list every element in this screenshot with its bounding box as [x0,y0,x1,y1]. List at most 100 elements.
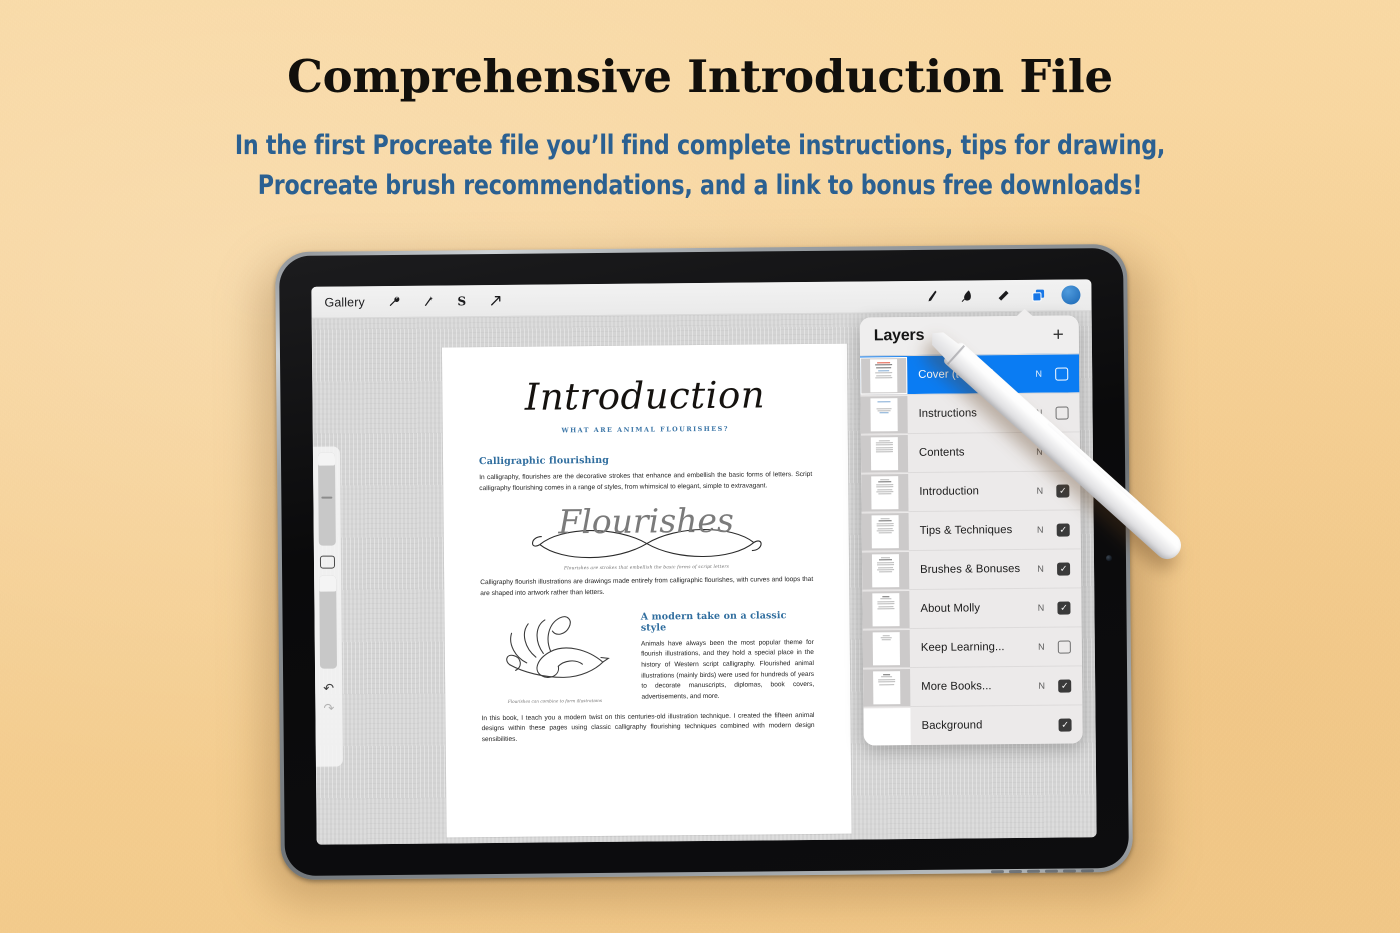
layer-thumbnail[interactable] [860,356,908,394]
brush-size-slider-handle[interactable] [321,496,333,499]
layer-name: Tips & Techniques [919,524,1013,537]
document-page[interactable]: Introduction WHAT ARE ANIMAL FLOURISHES?… [441,343,852,838]
layer-blend-mode[interactable]: N [1036,408,1043,418]
layers-panel-caret [1014,308,1035,319]
layer-thumbnail-page [871,514,899,548]
thumbnail-line [877,569,895,571]
thumbnail-line [877,493,892,495]
flourishes-script-word: Flourishes [558,501,735,542]
document-heading-2: A modern take on a classic style [640,609,787,634]
redo-icon[interactable]: ↷ [323,701,334,716]
page-title: Comprehensive Introduction File [287,50,1113,103]
layer-thumbnail-page [873,670,901,704]
page-subtitle: In the first Procreate file you’ll find … [49,126,1351,208]
arrow-glyph [490,296,501,306]
gallery-button[interactable]: Gallery [324,295,364,309]
layers-panel-header: Layers + [859,315,1080,356]
layer-thumbnail[interactable] [862,629,911,667]
undo-icon[interactable]: ↶ [323,681,334,696]
layer-row[interactable]: Tips & Techniques N ✓ [861,509,1081,551]
layer-row[interactable]: More Books... N ✓ [863,665,1083,707]
thumbnail-line [878,559,893,561]
brush-size-slider[interactable] [317,452,336,546]
layer-name: More Books... [921,680,992,693]
thumbnail-line [876,491,894,493]
front-camera-icon [1105,555,1113,562]
layer-thumbnail-page [870,436,899,470]
layer-visibility-checkbox[interactable] [1055,366,1069,381]
layer-thumbnail-page [871,475,899,509]
layer-visibility-checkbox[interactable] [1055,405,1069,420]
layers-glyph [1032,289,1045,302]
layers-panel[interactable]: Layers + Cover (turn off) N Instructions N C… [859,315,1083,746]
thumbnail-line [878,681,895,683]
layer-visibility-checkbox[interactable]: ✓ [1057,561,1071,576]
thumbnail-line [880,517,890,519]
actions-wrench-icon[interactable] [381,291,407,312]
layer-blend-mode[interactable]: N [1038,603,1045,613]
layers-icon[interactable] [1025,285,1051,306]
modify-button[interactable] [319,555,336,569]
transform-arrow-icon[interactable] [483,290,509,311]
selection-s-icon[interactable]: S [449,290,475,311]
thumbnail-line [876,525,894,527]
layer-blend-mode[interactable]: N [1037,525,1044,535]
layer-blend-mode[interactable]: N [1037,564,1044,574]
brush-size-slider-fill [317,452,336,466]
thumbnail-line [875,364,892,366]
layer-row[interactable]: Instructions N [860,392,1080,434]
layer-visibility-checkbox[interactable] [1057,639,1071,654]
eraser-icon[interactable] [989,285,1015,306]
layer-blend-mode[interactable]: N [1038,681,1045,691]
layer-row[interactable]: Introduction N ✓ [861,470,1081,512]
layer-thumbnail[interactable] [863,707,911,745]
thumbnail-line [876,407,892,410]
thumbnail-line [876,367,892,369]
layer-row[interactable]: Brushes & Bonuses N ✓ [861,548,1082,590]
layer-visibility-checkbox[interactable]: ✓ [1056,483,1070,498]
add-layer-button[interactable]: + [1053,324,1064,345]
document-paragraph-4: In this book, I teach you a modern twist… [481,711,815,744]
layer-visibility-checkbox[interactable]: ✓ [1058,717,1072,732]
layer-blend-mode[interactable]: N [1036,447,1043,457]
paint-brush-icon[interactable] [917,286,943,307]
layer-thumbnail[interactable] [863,668,911,706]
thumbnail-line [880,637,892,639]
wrench-glyph [389,296,400,307]
layer-visibility-checkbox[interactable] [1055,444,1070,459]
thumbnail-line [875,372,892,374]
layer-thumbnail-page [870,397,898,431]
layers-list[interactable]: Cover (turn off) N Instructions N Contents N I… [860,353,1083,746]
thumbnail-line [878,605,894,607]
layer-blend-mode[interactable]: N [1037,486,1044,496]
layer-visibility-checkbox[interactable]: ✓ [1057,600,1071,615]
opacity-slider[interactable] [319,575,338,669]
thumbnail-line [876,486,894,488]
layer-thumbnail[interactable] [860,395,908,433]
adjustments-icon[interactable] [415,291,441,312]
procreate-tool-sidebar[interactable]: ↶ ↷ [312,446,343,767]
layer-row[interactable]: Contents N [860,431,1081,473]
layer-visibility-checkbox[interactable]: ✓ [1056,522,1070,537]
layer-row[interactable]: Keep Learning... N [862,626,1083,668]
layer-name: Brushes & Bonuses [920,562,1021,576]
layer-row[interactable]: Background ✓ [863,704,1083,746]
document-caption-2: Flourishes can combine to form illustrat… [507,697,603,704]
layer-visibility-checkbox[interactable]: ✓ [1058,678,1072,693]
thumbnail-line [880,478,890,480]
layer-name: Keep Learning... [920,641,1005,654]
layer-blend-mode[interactable]: N [1035,369,1042,379]
layer-blend-mode[interactable]: N [1038,642,1045,652]
layer-thumbnail[interactable] [861,473,909,511]
layer-thumbnail[interactable] [861,551,910,589]
layer-thumbnail[interactable] [862,590,910,628]
document-illustration-column: Flourishes can combine to form illustrat… [480,611,628,704]
document-kicker: WHAT ARE ANIMAL FLOURISHES? [561,424,730,435]
color-swatch-button[interactable] [1061,285,1081,305]
layer-thumbnail[interactable] [860,434,909,472]
layer-row[interactable]: Cover (turn off) N [860,353,1080,395]
smudge-icon[interactable] [953,285,979,306]
layer-thumbnail[interactable] [861,512,909,550]
layer-row[interactable]: About Molly N ✓ [862,587,1082,629]
